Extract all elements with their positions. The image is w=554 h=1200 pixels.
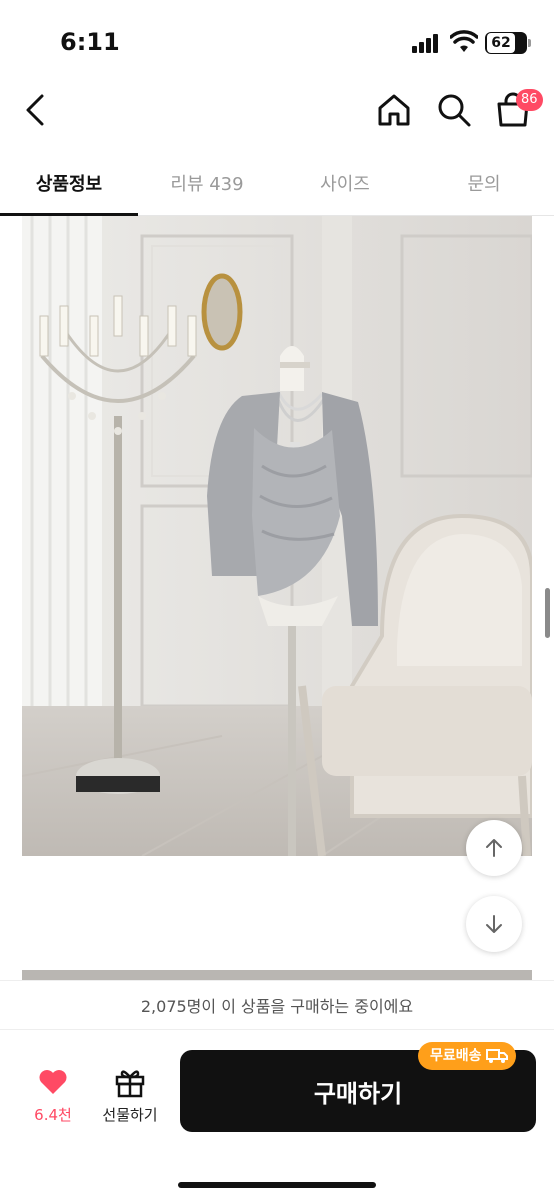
status-time: 6:11 — [60, 28, 120, 56]
free-shipping-badge: 무료배송 — [418, 1042, 516, 1070]
signal-icon — [412, 33, 442, 53]
product-tabs: 상품정보 리뷰 439 사이즈 문의 — [0, 160, 554, 216]
next-image-preview — [22, 970, 532, 980]
heart-icon — [39, 1070, 67, 1094]
wifi-icon — [450, 30, 478, 52]
scroll-down-button[interactable] — [466, 896, 522, 952]
home-indicator — [178, 1182, 376, 1188]
cart-count-badge: 86 — [516, 89, 543, 111]
back-icon[interactable] — [20, 92, 52, 128]
status-bar: 6:11 62 — [0, 0, 554, 80]
purchase-activity-banner: 2,075명이 이 상품을 구매하는 중이에요 — [0, 980, 554, 1030]
tab-reviews[interactable]: 리뷰 439 — [138, 160, 276, 216]
tab-product-info[interactable]: 상품정보 — [0, 160, 138, 216]
tab-inquiry[interactable]: 문의 — [414, 160, 554, 216]
gift-icon — [115, 1070, 145, 1098]
header — [0, 80, 554, 144]
arrow-up-icon — [486, 839, 502, 857]
battery-icon: 62 — [485, 32, 531, 54]
free-shipping-label: 무료배송 — [430, 1048, 482, 1064]
arrow-down-icon — [486, 915, 502, 933]
gift-label: 선물하기 — [102, 1106, 158, 1124]
truck-icon — [485, 1049, 508, 1063]
tab-size[interactable]: 사이즈 — [276, 160, 414, 216]
scroll-up-button[interactable] — [466, 820, 522, 876]
scrollbar[interactable] — [545, 588, 550, 638]
like-count: 6.4천 — [34, 1106, 72, 1124]
battery-level: 62 — [487, 33, 515, 53]
search-icon[interactable] — [436, 92, 472, 128]
gift-button[interactable]: 선물하기 — [96, 1064, 164, 1124]
home-icon[interactable] — [376, 92, 412, 128]
like-button[interactable]: 6.4천 — [26, 1064, 80, 1124]
product-photo — [22, 216, 532, 856]
